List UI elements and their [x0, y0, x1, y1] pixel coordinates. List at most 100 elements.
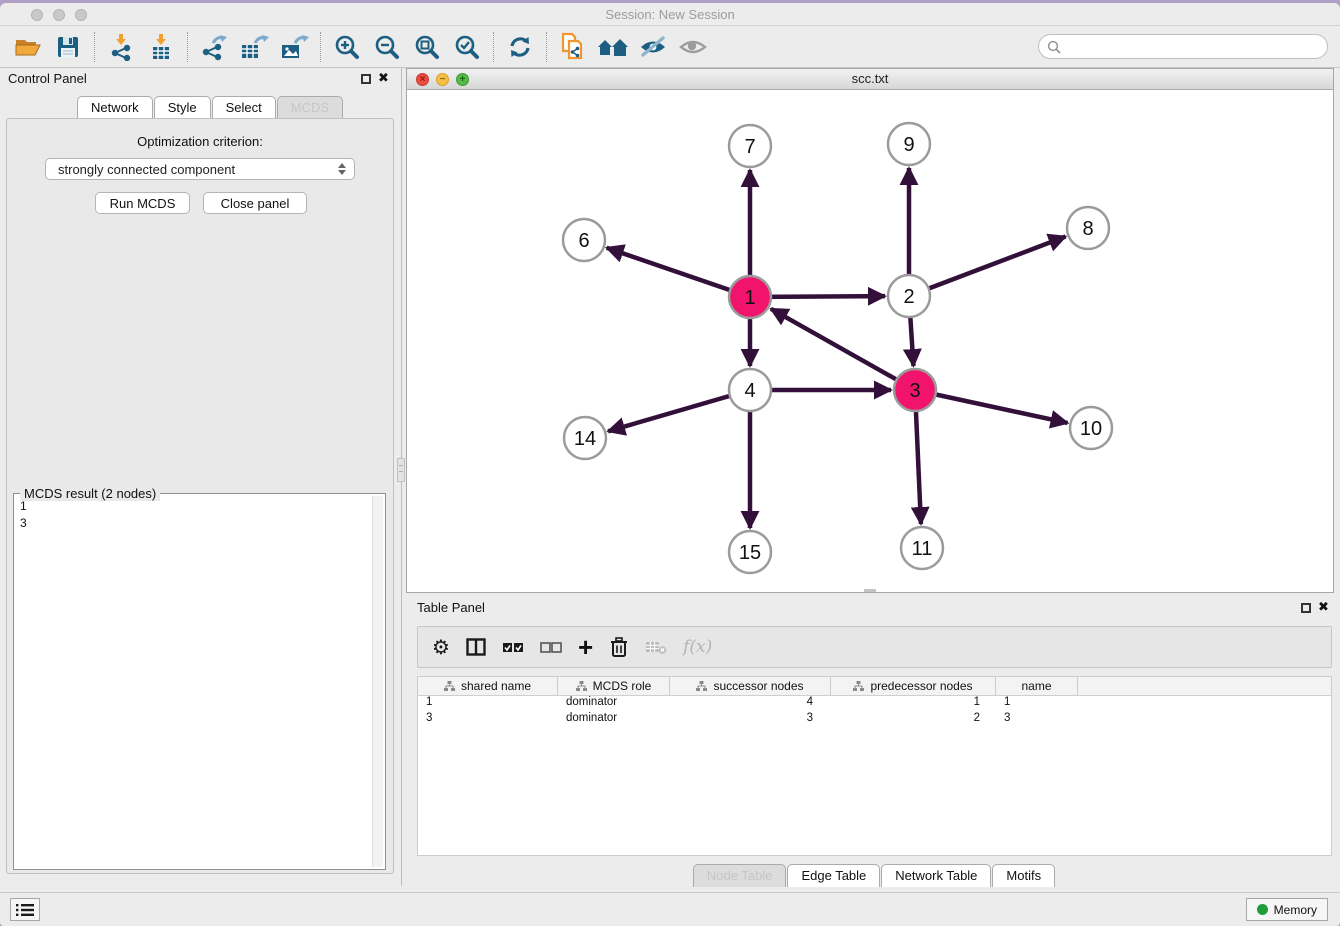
selected-criterion: strongly connected component	[58, 162, 338, 177]
optimization-criterion-select[interactable]: strongly connected component	[45, 158, 355, 180]
window-title: Session: New Session	[0, 3, 1340, 26]
tab-edge-table[interactable]: Edge Table	[787, 864, 880, 887]
zoom-in-button[interactable]	[327, 30, 367, 64]
tab-node-table[interactable]: Node Table	[693, 864, 787, 887]
tab-style[interactable]: Style	[154, 96, 211, 119]
show-all-button[interactable]	[673, 30, 713, 64]
control-panel-title: Control Panel	[8, 71, 87, 86]
export-table-icon	[239, 33, 269, 61]
graph-node-label: 4	[744, 380, 755, 402]
search-icon	[1047, 40, 1061, 54]
control-panel-close-icon[interactable]: ✖	[378, 73, 389, 85]
window-close-button[interactable]	[31, 9, 43, 21]
show-columns-icon[interactable]	[466, 638, 486, 656]
network-close-icon[interactable]: ×	[416, 73, 429, 86]
window-zoom-button[interactable]	[75, 9, 87, 21]
graph-edge-1-6[interactable]	[607, 248, 750, 297]
hide-selected-button[interactable]	[633, 30, 673, 64]
zoom-out-button[interactable]	[367, 30, 407, 64]
export-image-button[interactable]	[274, 30, 314, 64]
import-network-icon	[108, 33, 134, 61]
global-search[interactable]	[1038, 34, 1328, 59]
graph-node-4[interactable]: 4	[729, 369, 771, 411]
open-session-button[interactable]	[8, 30, 48, 64]
column-type-icon	[853, 681, 864, 692]
graph-edge-3-10[interactable]	[915, 390, 1068, 423]
table-row[interactable]: 1 dominator 4 1 1	[418, 696, 1331, 712]
zoom-out-icon	[374, 34, 400, 60]
column-header-shared-name[interactable]: shared name	[418, 677, 558, 695]
tab-motifs[interactable]: Motifs	[992, 864, 1055, 887]
column-header-mcds-role[interactable]: MCDS role	[558, 677, 670, 695]
window-minimize-button[interactable]	[53, 9, 65, 21]
zoom-fit-icon	[414, 34, 440, 60]
copy-network-button[interactable]	[553, 30, 593, 64]
select-all-icon[interactable]	[502, 640, 524, 654]
control-panel-float-icon[interactable]	[361, 74, 371, 84]
graph-node-1[interactable]: 1	[729, 276, 771, 318]
refresh-view-button[interactable]	[500, 30, 540, 64]
memory-button[interactable]: Memory	[1246, 898, 1328, 921]
tab-network-table[interactable]: Network Table	[881, 864, 991, 887]
export-network-button[interactable]	[194, 30, 234, 64]
function-builder-icon: f(x)	[683, 637, 712, 657]
column-header-name[interactable]: name	[996, 677, 1078, 695]
search-input[interactable]	[1066, 40, 1327, 54]
table-row[interactable]: 3 dominator 3 2 3	[418, 712, 1331, 728]
graph-node-7[interactable]: 7	[729, 125, 771, 167]
graph-node-8[interactable]: 8	[1067, 207, 1109, 249]
status-bar	[0, 892, 1340, 926]
tab-mcds[interactable]: MCDS	[277, 96, 343, 119]
result-scrollbar[interactable]	[372, 496, 383, 867]
import-table-button[interactable]	[141, 30, 181, 64]
column-type-icon	[576, 681, 587, 692]
open-folder-icon	[14, 35, 42, 59]
graph-edge-3-1[interactable]	[771, 309, 915, 390]
tab-select[interactable]: Select	[212, 96, 276, 119]
list-icon	[16, 903, 34, 917]
task-history-button[interactable]	[10, 898, 40, 921]
home-view-button[interactable]	[593, 30, 633, 64]
table-panel-float-icon[interactable]	[1301, 603, 1311, 613]
tab-network[interactable]: Network	[77, 96, 153, 119]
graph-node-3[interactable]: 3	[894, 369, 936, 411]
graph-node-9[interactable]: 9	[888, 123, 930, 165]
graph-node-2[interactable]: 2	[888, 275, 930, 317]
column-header-predecessor-nodes[interactable]: predecessor nodes	[831, 677, 996, 695]
toolbar-separator	[94, 32, 95, 62]
zoom-selected-button[interactable]	[447, 30, 487, 64]
export-table-button[interactable]	[234, 30, 274, 64]
network-maximize-icon[interactable]: +	[456, 73, 469, 86]
column-type-icon	[696, 681, 707, 692]
toolbar-separator	[187, 32, 188, 62]
memory-status-icon	[1257, 904, 1268, 915]
add-column-icon[interactable]: +	[578, 637, 593, 657]
delete-columns-trash-icon[interactable]	[609, 636, 629, 658]
import-network-button[interactable]	[101, 30, 141, 64]
optimization-criterion-label: Optimization criterion:	[7, 134, 393, 149]
toolbar-separator	[320, 32, 321, 62]
graph-edge-2-8[interactable]	[909, 237, 1066, 296]
table-mode-gear-icon[interactable]: ⚙	[432, 635, 450, 659]
graph-node-label: 6	[578, 230, 589, 252]
run-mcds-button[interactable]: Run MCDS	[95, 192, 190, 214]
save-session-button[interactable]	[48, 30, 88, 64]
network-canvas[interactable]: 7 9 6 8 1 2 4 3 14 10 15 11	[407, 90, 1333, 592]
graph-node-6[interactable]: 6	[563, 219, 605, 261]
panel-resize-handle[interactable]	[864, 589, 876, 592]
zoom-fit-button[interactable]	[407, 30, 447, 64]
close-panel-button[interactable]: Close panel	[203, 192, 307, 214]
graph-node-14[interactable]: 14	[564, 417, 606, 459]
column-header-successor-nodes[interactable]: successor nodes	[670, 677, 831, 695]
unselect-all-icon[interactable]	[540, 640, 562, 654]
graph-node-15[interactable]: 15	[729, 531, 771, 573]
table-panel-close-icon[interactable]: ✖	[1318, 602, 1329, 614]
network-minimize-icon[interactable]: −	[436, 73, 449, 86]
graph-node-label: 2	[903, 286, 914, 308]
graph-node-11[interactable]: 11	[901, 527, 943, 569]
table-panel-title: Table Panel	[417, 600, 485, 615]
network-graph[interactable]: 7 9 6 8 1 2 4 3 14 10 15 11	[407, 90, 1333, 592]
mcds-result-list: 1 3	[16, 496, 371, 867]
graph-node-10[interactable]: 10	[1070, 407, 1112, 449]
panel-divider-handle[interactable]	[397, 458, 405, 482]
